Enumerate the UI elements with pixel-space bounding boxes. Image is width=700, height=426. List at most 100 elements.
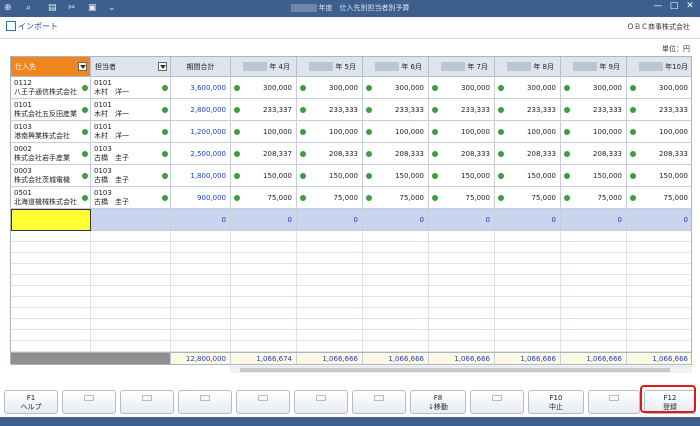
empty-cell[interactable] — [91, 253, 171, 264]
empty-cell[interactable] — [495, 231, 561, 242]
empty-cell[interactable] — [297, 297, 363, 308]
month-cell[interactable]: 100,000 — [561, 121, 627, 143]
empty-cell[interactable] — [561, 308, 627, 319]
active-input-cell[interactable] — [11, 209, 91, 231]
empty-cell[interactable] — [231, 308, 297, 319]
empty-row[interactable] — [11, 319, 691, 330]
month-cell[interactable]: 150,000 — [429, 165, 495, 187]
empty-cell[interactable] — [231, 275, 297, 286]
empty-cell[interactable] — [429, 319, 495, 330]
month-cell[interactable]: 208,333 — [627, 143, 691, 165]
fkey-button[interactable] — [120, 390, 174, 414]
empty-cell[interactable] — [231, 264, 297, 275]
month-cell[interactable]: 0 — [495, 209, 561, 231]
empty-row[interactable] — [11, 341, 691, 352]
empty-cell[interactable] — [297, 341, 363, 352]
empty-cell[interactable] — [297, 253, 363, 264]
empty-cell[interactable] — [627, 231, 691, 242]
empty-cell[interactable] — [297, 231, 363, 242]
month-cell[interactable]: 208,333 — [297, 143, 363, 165]
supplier-cell[interactable]: 0002 株式会社岩手産業 — [11, 143, 91, 165]
month-cell[interactable]: 300,000 — [561, 77, 627, 99]
month-cell[interactable]: 208,333 — [495, 143, 561, 165]
empty-row[interactable] — [11, 253, 691, 264]
empty-cell[interactable] — [363, 231, 429, 242]
empty-cell[interactable] — [91, 264, 171, 275]
fkey-button[interactable]: F1 ヘルプ — [4, 390, 58, 414]
supplier-cell[interactable]: 0101 株式会社五反田産業 — [11, 99, 91, 121]
empty-cell[interactable] — [91, 297, 171, 308]
month-cell[interactable]: 150,000 — [231, 165, 297, 187]
month-cell[interactable]: 300,000 — [495, 77, 561, 99]
month-cell[interactable]: 208,337 — [231, 143, 297, 165]
empty-cell[interactable] — [171, 319, 231, 330]
empty-cell[interactable] — [429, 253, 495, 264]
empty-cell[interactable] — [11, 297, 91, 308]
empty-cell[interactable] — [561, 264, 627, 275]
empty-cell[interactable] — [495, 308, 561, 319]
month-cell[interactable]: 100,000 — [495, 121, 561, 143]
period-total-cell[interactable]: 2,800,000 — [171, 99, 231, 121]
scrollbar-thumb[interactable] — [240, 368, 670, 372]
empty-cell[interactable] — [171, 242, 231, 253]
fkey-button[interactable]: F8 ↓移動 — [410, 390, 466, 414]
empty-cell[interactable] — [495, 286, 561, 297]
month-cell[interactable]: 233,333 — [561, 99, 627, 121]
supplier-cell[interactable]: 0003 株式会社茨城電機 — [11, 165, 91, 187]
empty-cell[interactable] — [11, 330, 91, 341]
fkey-button[interactable] — [470, 390, 524, 414]
filter-dropdown-icon[interactable] — [158, 62, 167, 71]
month-cell[interactable]: 300,000 — [627, 77, 691, 99]
empty-cell[interactable] — [91, 330, 171, 341]
table-row[interactable]: 0501 北海道機械株式会社 0103 古橋 圭子 900,000 75,000 75,00… — [11, 187, 691, 209]
empty-cell[interactable] — [429, 286, 495, 297]
new-entry-row[interactable]: 00000000 — [11, 209, 691, 231]
empty-cell[interactable] — [11, 242, 91, 253]
empty-cell[interactable] — [297, 242, 363, 253]
month-cell[interactable]: 233,333 — [363, 99, 429, 121]
staff-cell[interactable]: 0103 古橋 圭子 — [91, 187, 171, 209]
month-cell[interactable]: 100,000 — [231, 121, 297, 143]
month-cell[interactable]: 208,333 — [363, 143, 429, 165]
period-total-cell[interactable]: 1,200,000 — [171, 121, 231, 143]
empty-cell[interactable] — [495, 330, 561, 341]
fkey-button[interactable] — [236, 390, 290, 414]
month-cell[interactable]: 75,000 — [429, 187, 495, 209]
month-cell[interactable]: 0 — [297, 209, 363, 231]
empty-cell[interactable] — [297, 264, 363, 275]
empty-cell[interactable] — [231, 286, 297, 297]
empty-cell[interactable] — [363, 319, 429, 330]
empty-cell[interactable] — [363, 253, 429, 264]
empty-cell[interactable] — [91, 275, 171, 286]
empty-cell[interactable] — [11, 275, 91, 286]
empty-cell[interactable] — [561, 341, 627, 352]
empty-cell[interactable] — [11, 319, 91, 330]
header-staff[interactable]: 担当者 — [91, 57, 171, 77]
month-cell[interactable]: 300,000 — [429, 77, 495, 99]
month-cell[interactable]: 208,333 — [429, 143, 495, 165]
empty-cell[interactable] — [231, 341, 297, 352]
empty-cell[interactable] — [297, 330, 363, 341]
staff-cell[interactable]: 0101 木村 洋一 — [91, 99, 171, 121]
header-supplier[interactable]: 仕入先 — [11, 57, 91, 77]
month-cell[interactable]: 150,000 — [495, 165, 561, 187]
empty-cell[interactable] — [363, 242, 429, 253]
empty-cell[interactable] — [495, 341, 561, 352]
month-cell[interactable]: 233,337 — [231, 99, 297, 121]
empty-cell[interactable] — [627, 275, 691, 286]
empty-cell[interactable] — [11, 264, 91, 275]
filter-dropdown-icon[interactable] — [78, 62, 87, 71]
month-cell[interactable]: 233,333 — [627, 99, 691, 121]
empty-cell[interactable] — [231, 242, 297, 253]
empty-cell[interactable] — [91, 242, 171, 253]
month-cell[interactable]: 100,000 — [363, 121, 429, 143]
minimize-button[interactable]: — — [650, 1, 666, 11]
empty-cell[interactable] — [429, 297, 495, 308]
empty-row[interactable] — [11, 297, 691, 308]
table-row[interactable]: 0002 株式会社岩手産業 0103 古橋 圭子 2,500,000 208,337 208… — [11, 143, 691, 165]
supplier-cell[interactable]: 0112 八王子通信株式会社 — [11, 77, 91, 99]
empty-cell[interactable] — [429, 231, 495, 242]
empty-cell[interactable] — [561, 253, 627, 264]
empty-cell[interactable] — [429, 242, 495, 253]
month-cell[interactable]: 150,000 — [297, 165, 363, 187]
